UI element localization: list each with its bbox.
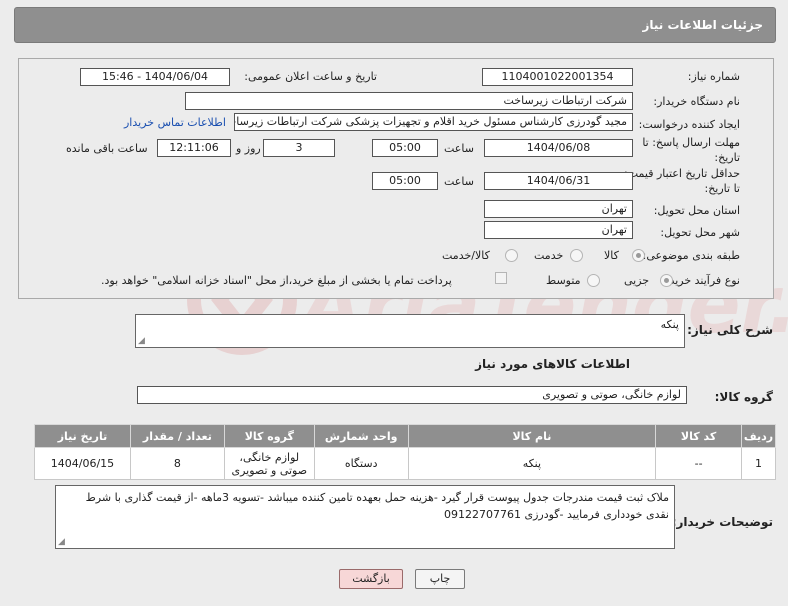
buyer-contact-link[interactable]: اطلاعات تماس خریدار [124,116,226,129]
summary-textarea[interactable]: پنکه ◢ [135,314,685,348]
goods-group-field: لوازم خانگی، صوتی و تصویری [137,386,687,404]
deadline-time-word: ساعت [444,142,474,155]
cell-unit: دستگاه [313,447,409,480]
buyer-notes-textarea[interactable]: ملاک ثبت قیمت مندرجات جدول پیوست قرار گی… [55,485,675,549]
validity-label-line2: تا تاریخ: [704,182,740,195]
cell-row-number: 1 [741,447,776,480]
province-field: تهران [484,200,633,218]
buyer-org-field: شرکت ارتباطات زیرساخت [185,92,633,110]
treasury-payment-note: پرداخت تمام یا بخشی از مبلغ خرید،از محل … [101,274,452,287]
col-unit: واحد شمارش [313,424,409,448]
process-option-minor: جزیی [624,274,650,287]
col-row-number: ردیف [741,424,776,448]
process-option-medium: متوسط [546,274,581,287]
requester-label: ایجاد کننده درخواست: [638,118,740,131]
category-option-goods-service: کالا/خدمت [442,249,490,262]
cell-quantity: 8 [129,447,225,480]
cell-item-name: پنکه [407,447,657,480]
process-radio-medium[interactable] [587,274,600,287]
col-item-name: نام کالا [407,424,657,448]
summary-value: پنکه [660,318,679,331]
category-option-service: خدمت [534,249,564,262]
requester-field: مجید گودرزی کارشناس مسئول خرید اقلام و ت… [234,113,633,131]
print-button[interactable]: چاپ [415,569,465,589]
back-button[interactable]: بازگشت [339,569,403,589]
remaining-time-field: 12:11:06 [157,139,231,157]
announce-datetime-field: 1404/06/04 - 15:46 [80,68,230,86]
page-title: جزئیات اطلاعات نیاز [14,7,776,43]
category-radio-goods-service[interactable] [505,249,518,262]
province-label: استان محل تحویل: [653,204,740,217]
resize-grip-icon[interactable]: ◢ [138,337,145,346]
table-header-row: ردیف کد کالا نام کالا واحد شمارش گروه کا… [34,424,776,448]
need-number-field: 1104001022001354 [482,68,633,86]
validity-time-field: 05:00 [372,172,438,190]
col-item-code: کد کالا [655,424,743,448]
need-number-label: شماره نیاز: [687,70,740,83]
summary-label: شرح کلی نیاز: [687,323,773,337]
cell-need-date: 1404/06/15 [34,447,131,480]
category-radio-service[interactable] [570,249,583,262]
process-radio-minor[interactable] [660,274,673,287]
remaining-word: ساعت باقی مانده [66,142,148,155]
days-word: روز و [236,142,261,155]
days-remaining-field: 3 [263,139,335,157]
deadline-label-line2: تاریخ: [714,151,740,164]
deadline-time-field: 05:00 [372,139,438,157]
buyer-notes-value: ملاک ثبت قیمت مندرجات جدول پیوست قرار گی… [85,491,669,521]
category-label: طبقه بندی موضوعی: [642,249,740,262]
validity-date-field: 1404/06/31 [484,172,633,190]
buyer-notes-label: توضیحات خریدار: [671,515,773,529]
process-type-label: نوع فرآیند خرید : [662,274,740,287]
buyer-org-label: نام دستگاه خریدار: [653,95,740,108]
category-option-goods: کالا [604,249,619,262]
goods-section-title: اطلاعات کالاهای مورد نیاز [475,357,630,371]
deadline-date-field: 1404/06/08 [484,139,633,157]
city-label: شهر محل تحویل: [660,226,740,239]
validity-label-line1: حداقل تاریخ اعتبار قیمت: [624,167,740,180]
validity-time-word: ساعت [444,175,474,188]
deadline-label-line1: مهلت ارسال پاسخ: تا [642,136,740,149]
cell-item-code: -- [655,447,743,480]
resize-grip-icon[interactable]: ◢ [58,538,65,547]
treasury-payment-checkbox[interactable] [495,272,507,284]
col-item-group: گروه کالا [223,424,315,448]
col-quantity: تعداد / مقدار [129,424,225,448]
city-field: تهران [484,221,633,239]
goods-group-label: گروه کالا: [714,390,773,404]
cell-item-group: لوازم خانگی، صوتی و تصویری [223,447,315,480]
category-radio-goods[interactable] [632,249,645,262]
col-need-date: تاریخ نیاز [34,424,131,448]
announce-datetime-label: تاریخ و ساعت اعلان عمومی: [244,70,377,83]
table-row: 1 -- پنکه دستگاه لوازم خانگی، صوتی و تصو… [34,447,776,480]
goods-table: ردیف کد کالا نام کالا واحد شمارش گروه کا… [34,424,776,480]
